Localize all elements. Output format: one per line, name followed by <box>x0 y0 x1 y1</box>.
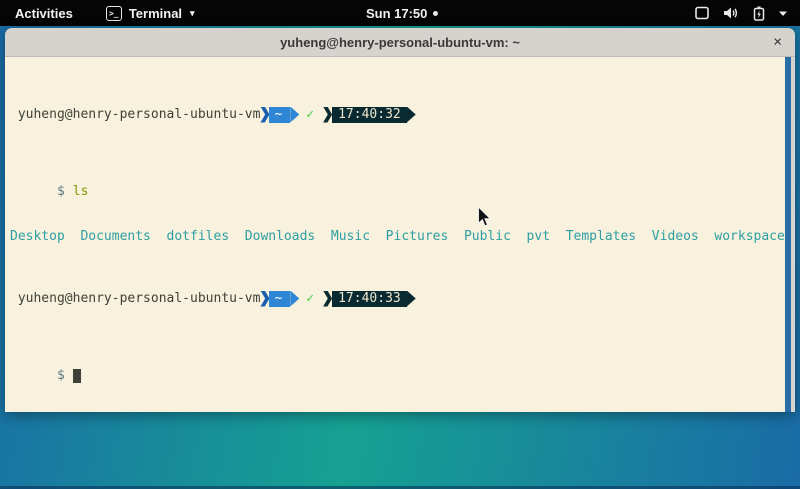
input-line[interactable]: $ <box>10 353 779 368</box>
powerline-arrow-icon <box>407 291 416 307</box>
prompt-char: $ <box>57 184 65 199</box>
window-title: yuheng@henry-personal-ubuntu-vm: ~ <box>280 35 520 50</box>
powerline-separator-icon <box>323 107 332 123</box>
prompt-user-host: yuheng@henry-personal-ubuntu-vm <box>10 291 260 306</box>
ls-output-line: Desktop Documents dotfiles Downloads Mus… <box>10 229 779 244</box>
terminal-window: yuheng@henry-personal-ubuntu-vm: ~ × yuh… <box>5 28 795 412</box>
powerline-separator-icon <box>260 107 269 123</box>
top-bar: Activities >_ Terminal ▾ Sun 17:50 <box>0 0 800 26</box>
display-icon <box>694 6 710 20</box>
volume-icon <box>723 6 740 20</box>
status-check-icon: ✓ <box>306 291 314 306</box>
powerline-separator-icon <box>260 291 269 307</box>
typed-command: ls <box>73 184 89 199</box>
powerline-separator-icon <box>323 291 332 307</box>
prompt-timestamp: 17:40:32 <box>332 107 407 123</box>
activities-button[interactable]: Activities <box>10 4 78 23</box>
prompt-line: yuheng@henry-personal-ubuntu-vm ~ ✓ 17:4… <box>10 106 779 123</box>
app-menu-label: Terminal <box>129 6 182 21</box>
chevron-down-icon: ▾ <box>190 8 195 19</box>
text-cursor <box>73 369 81 383</box>
prompt-directory: ~ <box>269 107 290 123</box>
window-titlebar[interactable]: yuheng@henry-personal-ubuntu-vm: ~ × <box>5 28 795 57</box>
prompt-char: $ <box>57 368 65 383</box>
prompt-user-host: yuheng@henry-personal-ubuntu-vm <box>10 107 260 122</box>
powerline-arrow-icon <box>407 107 416 123</box>
battery-charging-icon <box>753 6 765 21</box>
desktop: { "topbar": { "activities": "Activities"… <box>0 0 800 489</box>
prompt-line: yuheng@henry-personal-ubuntu-vm ~ ✓ 17:4… <box>10 290 779 307</box>
scrollbar-thumb[interactable] <box>785 57 791 412</box>
terminal-icon: >_ <box>106 6 122 21</box>
chevron-down-icon <box>778 10 788 17</box>
terminal-content[interactable]: yuheng@henry-personal-ubuntu-vm ~ ✓ 17:4… <box>5 57 795 412</box>
clock-button[interactable]: Sun 17:50 <box>366 0 438 26</box>
powerline-arrow-icon <box>290 107 299 123</box>
powerline-arrow-icon <box>290 291 299 307</box>
prompt-directory: ~ <box>269 291 290 307</box>
close-icon[interactable]: × <box>773 35 782 50</box>
app-menu-terminal[interactable]: >_ Terminal ▾ <box>106 6 195 21</box>
clock-label: Sun 17:50 <box>366 6 427 21</box>
system-status-area[interactable] <box>694 6 788 21</box>
notification-dot <box>433 11 438 16</box>
status-check-icon: ✓ <box>306 107 314 122</box>
prompt-timestamp: 17:40:33 <box>332 291 407 307</box>
command-line: $ls <box>10 169 779 184</box>
scrollbar[interactable] <box>785 57 795 412</box>
